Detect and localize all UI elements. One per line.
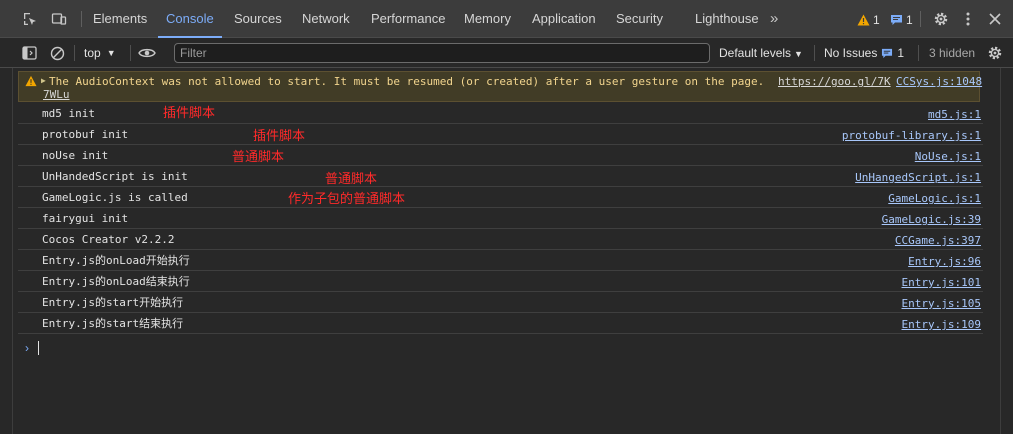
annotation-label: 普通脚本: [325, 172, 378, 187]
tab-application[interactable]: Application: [532, 0, 596, 38]
warning-message-row: ▶ The AudioContext was not allowed to st…: [18, 71, 982, 102]
log-text: Cocos Creator v2.2.2: [42, 233, 175, 246]
log-source-link[interactable]: UnHangedScript.js:1: [855, 171, 981, 184]
tab-lighthouse[interactable]: Lighthouse: [695, 0, 759, 38]
annotation-label: 普通脚本: [232, 150, 285, 165]
log-text: Entry.js的start结束执行: [42, 317, 184, 330]
context-selector-label: top: [84, 46, 101, 60]
log-text: Entry.js的onLoad结束执行: [42, 275, 190, 288]
log-row: Entry.js的start结束执行 Entry.js:109: [18, 313, 983, 334]
message-icon: [882, 48, 893, 58]
tab-memory[interactable]: Memory: [464, 0, 511, 38]
log-row: Entry.js的onLoad开始执行 Entry.js:96: [18, 250, 983, 271]
log-source-link[interactable]: GameLogic.js:1: [888, 192, 981, 205]
console-prompt-chevron-icon: ›: [25, 341, 29, 355]
tab-network[interactable]: Network: [302, 0, 350, 38]
log-levels-dropdown[interactable]: Default levels ▼: [719, 45, 803, 62]
log-source-link[interactable]: NoUse.js:1: [915, 150, 981, 163]
sidebar-toggle-icon[interactable]: [20, 44, 38, 62]
log-text: md5 init: [42, 107, 95, 120]
messages-badge[interactable]: 1: [890, 12, 913, 28]
tab-sources[interactable]: Sources: [234, 0, 282, 38]
more-tabs-button[interactable]: »: [770, 10, 778, 28]
log-text: protobuf init: [42, 128, 129, 141]
warning-url-link-continued[interactable]: 7WLu: [43, 88, 70, 101]
log-source-link[interactable]: Entry.js:109: [902, 318, 981, 331]
log-row: Entry.js的onLoad结束执行 Entry.js:101: [18, 271, 983, 292]
inspect-element-icon[interactable]: [21, 10, 39, 28]
context-selector[interactable]: top ▼: [84, 45, 116, 62]
tab-elements[interactable]: Elements: [93, 0, 147, 38]
log-source-link[interactable]: Entry.js:101: [902, 276, 981, 289]
console-messages: ▶ The AudioContext was not allowed to st…: [12, 68, 1001, 434]
console-settings-gear-icon[interactable]: [986, 44, 1004, 62]
filter-input[interactable]: [174, 43, 710, 63]
log-text: UnHandedScript is init: [42, 170, 188, 183]
log-source-link[interactable]: Entry.js:105: [902, 297, 981, 310]
console-input-caret[interactable]: [38, 341, 39, 355]
log-row: Entry.js的start开始执行 Entry.js:105: [18, 292, 983, 313]
log-row: noUse init NoUse.js:1: [18, 145, 983, 166]
log-row: UnHandedScript is init UnHangedScript.js…: [18, 166, 983, 187]
caret-down-icon: ▼: [794, 49, 803, 59]
tab-performance[interactable]: Performance: [371, 0, 445, 38]
hidden-messages-count: 3 hidden: [929, 46, 976, 60]
log-text: noUse init: [42, 149, 109, 162]
log-source-link[interactable]: GameLogic.js:39: [882, 213, 981, 226]
expand-triangle-icon[interactable]: ▶: [41, 75, 46, 87]
message-icon: [891, 15, 902, 25]
tabbar-separator: [81, 11, 82, 27]
log-source-link[interactable]: protobuf-library.js:1: [842, 129, 981, 142]
console-toolbar: top▼ Default levels▼ No Issues 1 3 hidde…: [0, 38, 1013, 68]
log-row: protobuf init protobuf-library.js:1: [18, 124, 983, 145]
warnings-badge[interactable]: 1: [857, 12, 880, 28]
more-options-icon[interactable]: [959, 10, 977, 28]
issues-label: No Issues: [824, 46, 878, 60]
warning-icon: [857, 14, 870, 26]
log-source-link[interactable]: CCGame.js:397: [895, 234, 981, 247]
settings-gear-icon[interactable]: [932, 10, 950, 28]
messages-count: 1: [906, 13, 913, 27]
toolbar-separator: [74, 45, 75, 61]
log-text: Entry.js的start开始执行: [42, 296, 184, 309]
tabbar-right-separator: [920, 11, 921, 27]
tab-console[interactable]: Console: [158, 0, 222, 38]
issues-counter[interactable]: No Issues 1: [824, 45, 904, 61]
warning-icon: [25, 75, 37, 87]
warnings-count: 1: [873, 13, 880, 27]
warning-text: The AudioContext was not allowed to star…: [49, 75, 765, 88]
log-source-link[interactable]: md5.js:1: [928, 108, 981, 121]
log-text: fairygui init: [42, 212, 129, 225]
log-row: GameLogic.js is called GameLogic.js:1: [18, 187, 983, 208]
annotation-label: 作为子包的普通脚本: [288, 192, 406, 207]
annotation-label: 插件脚本: [163, 106, 216, 121]
clear-console-icon[interactable]: [48, 44, 66, 62]
caret-down-icon: ▼: [106, 48, 116, 58]
issues-count: 1: [897, 46, 905, 60]
annotation-label: 插件脚本: [253, 129, 306, 144]
warning-source-link[interactable]: CCSys.js:1048: [896, 75, 982, 88]
close-icon[interactable]: [986, 10, 1004, 28]
log-row: fairygui init GameLogic.js:39: [18, 208, 983, 229]
toolbar-separator: [130, 45, 131, 61]
warning-url-link[interactable]: https://goo.gl/7K: [778, 75, 891, 88]
tab-security[interactable]: Security: [616, 0, 663, 38]
log-levels-label: Default levels: [719, 46, 792, 60]
devtools-tabbar: Elements Console Sources Network Perform…: [0, 0, 1013, 38]
live-expression-eye-icon[interactable]: [138, 44, 156, 62]
toolbar-separator: [814, 45, 815, 61]
device-toolbar-icon[interactable]: [50, 10, 68, 28]
log-row: Cocos Creator v2.2.2 CCGame.js:397: [18, 229, 983, 250]
log-text: Entry.js的onLoad开始执行: [42, 254, 190, 267]
log-source-link[interactable]: Entry.js:96: [908, 255, 981, 268]
toolbar-separator: [918, 45, 919, 61]
log-text: GameLogic.js is called: [42, 191, 188, 204]
